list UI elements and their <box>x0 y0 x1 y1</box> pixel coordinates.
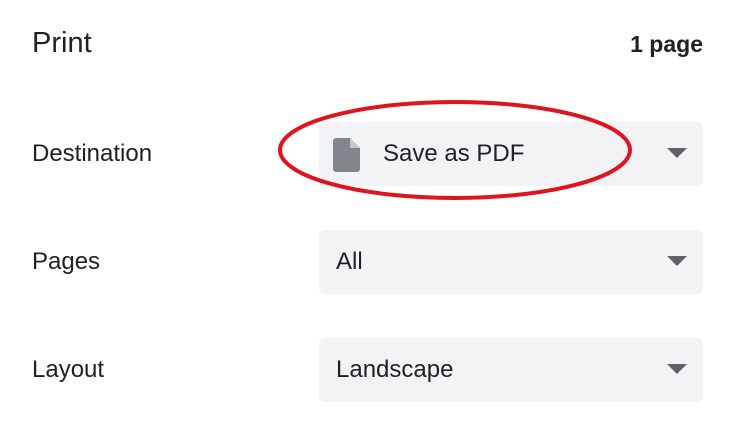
pages-value: All <box>336 248 363 275</box>
print-settings-panel: Print 1 page Destination Save as PDF Pag… <box>0 0 739 431</box>
destination-select[interactable]: Save as PDF <box>319 122 703 186</box>
page-title: Print <box>32 27 92 59</box>
chevron-down-icon <box>667 148 687 158</box>
layout-value: Landscape <box>336 356 454 383</box>
pages-select[interactable]: All <box>319 230 703 294</box>
destination-value: Save as PDF <box>383 140 525 167</box>
layout-select[interactable]: Landscape <box>319 338 703 402</box>
chevron-down-icon <box>667 364 687 374</box>
chevron-down-icon <box>667 256 687 266</box>
pages-label: Pages <box>32 248 101 275</box>
destination-label: Destination <box>32 140 153 167</box>
layout-label: Layout <box>32 356 105 383</box>
page-count: 1 page <box>630 31 703 57</box>
file-icon <box>333 138 360 172</box>
